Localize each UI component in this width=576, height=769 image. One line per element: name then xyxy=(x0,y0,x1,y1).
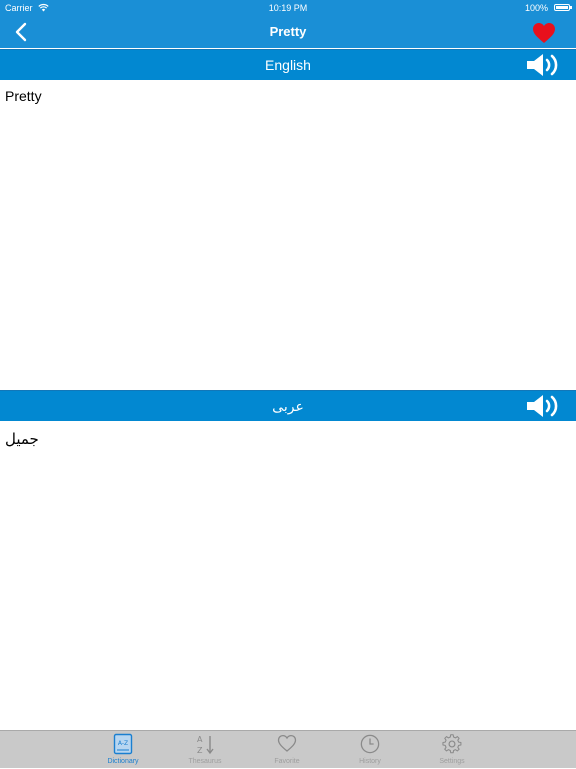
page-title: Pretty xyxy=(269,24,307,39)
tab-thesaurus-label: Thesaurus xyxy=(188,758,222,765)
tab-thesaurus[interactable]: A Z Thesaurus xyxy=(170,731,240,769)
navigation-bar: Pretty xyxy=(0,16,576,48)
tab-history-label: History xyxy=(359,758,381,765)
speaker-icon[interactable] xyxy=(526,53,562,77)
gear-icon xyxy=(442,734,462,754)
svg-text:Z: Z xyxy=(197,746,203,755)
sort-az-icon: A Z xyxy=(197,735,214,755)
heart-outline-icon xyxy=(277,734,297,752)
tab-dictionary-label: Dictionary xyxy=(107,758,139,765)
tab-history[interactable]: History xyxy=(335,731,405,769)
svg-text:A-Z: A-Z xyxy=(118,740,128,747)
tab-settings[interactable]: Settings xyxy=(417,731,487,769)
tab-bar: A-Z Dictionary A Z Thesaurus Favorite Hi… xyxy=(0,730,576,768)
battery-percent: 100% xyxy=(524,3,548,13)
battery-nub xyxy=(570,6,572,9)
english-word-text: Pretty xyxy=(5,88,42,104)
arabic-section-header: عربى xyxy=(0,390,576,421)
battery-icon xyxy=(554,4,570,11)
tab-favorite[interactable]: Favorite xyxy=(252,731,322,769)
tab-settings-label: Settings xyxy=(439,758,465,765)
dictionary-book-icon: A-Z xyxy=(113,733,133,755)
english-header-label: English xyxy=(265,57,311,73)
svg-text:A: A xyxy=(197,735,203,744)
tab-favorite-label: Favorite xyxy=(274,758,300,765)
clock-time: 10:19 PM xyxy=(268,3,308,13)
arabic-header-label: عربى xyxy=(272,398,304,414)
speaker-icon[interactable] xyxy=(526,394,562,418)
heart-icon[interactable] xyxy=(532,22,556,44)
status-bar: Carrier 10:19 PM 100% xyxy=(0,0,576,16)
tab-dictionary[interactable]: A-Z Dictionary xyxy=(88,731,158,769)
english-section-header: English xyxy=(0,49,576,80)
arabic-translation-text: جميل xyxy=(5,431,39,448)
clock-icon xyxy=(360,734,380,754)
